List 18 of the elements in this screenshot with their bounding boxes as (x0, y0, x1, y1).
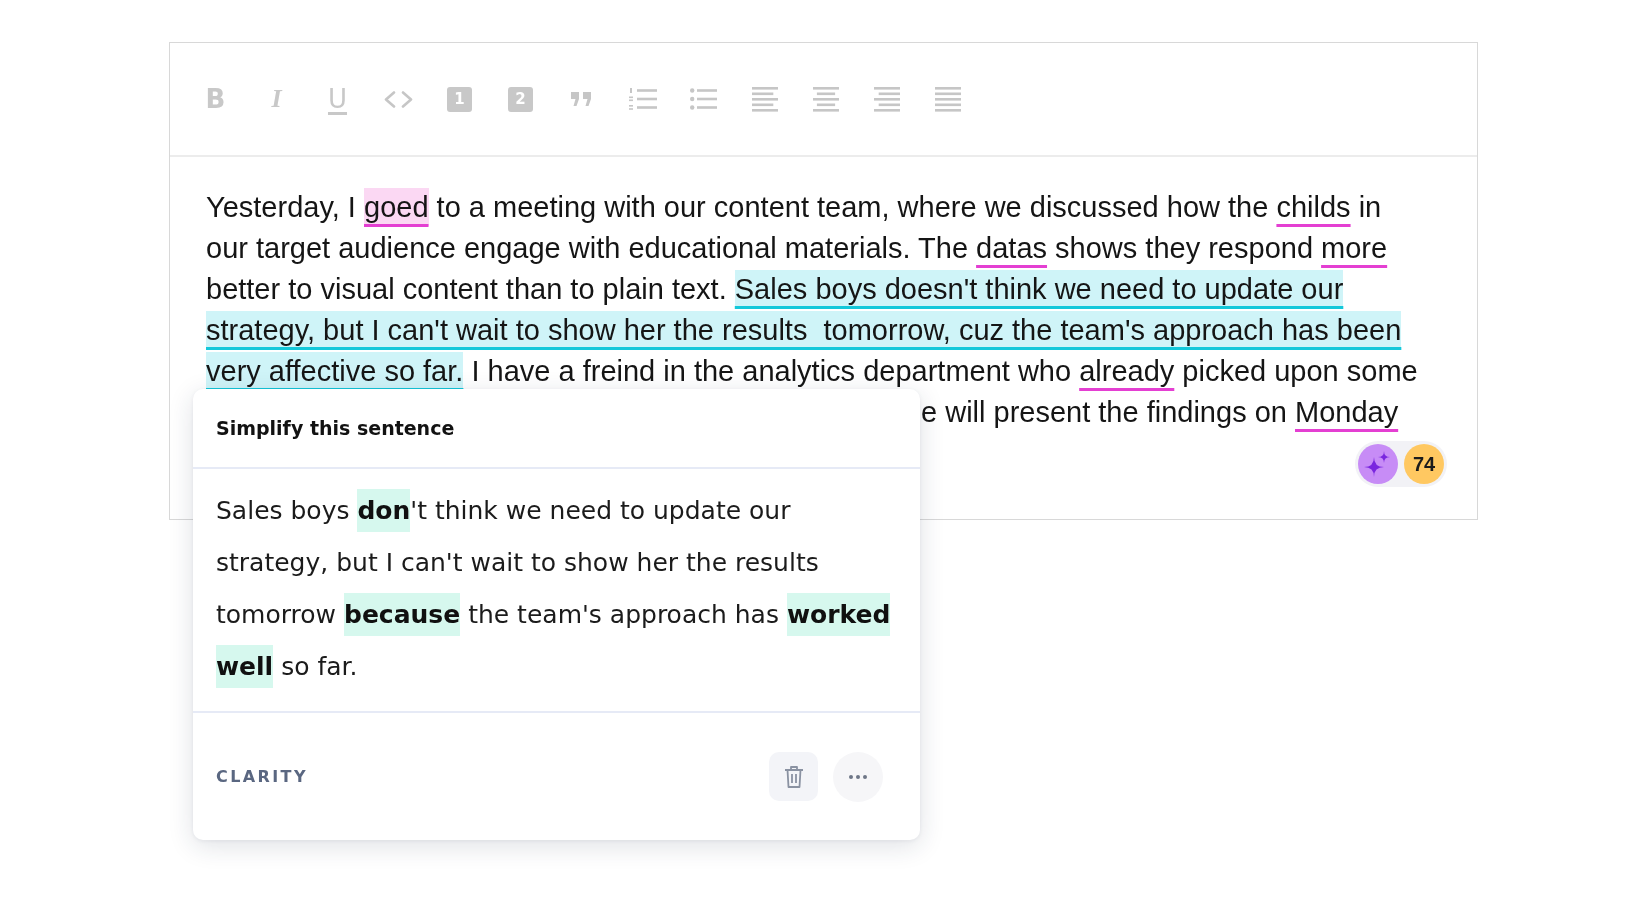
bullet-list-icon[interactable] (690, 88, 717, 110)
align-left-icon[interactable] (751, 86, 778, 112)
suggestion-text[interactable]: Sales boys don't think we need to update our strategy, but I can't wait to show her the results tomorrow because the team's approach has worked well so far. (216, 485, 906, 693)
card-title: Simplify this sentence (216, 417, 455, 439)
category-label: CLARITY (216, 767, 308, 786)
justify-icon[interactable] (934, 86, 961, 112)
trash-icon (783, 765, 804, 788)
delete-button[interactable] (769, 752, 818, 801)
align-center-icon[interactable] (812, 86, 839, 112)
code-icon[interactable] (384, 90, 413, 108)
more-button[interactable] (833, 751, 883, 802)
sparkle-icon[interactable] (1358, 444, 1398, 484)
editor-text[interactable]: e will present the findings on Monday (921, 392, 1399, 433)
numbered-list-icon[interactable] (628, 88, 657, 110)
quote-icon[interactable] (571, 92, 592, 106)
align-right-icon[interactable] (873, 86, 900, 112)
more-icon (849, 774, 867, 779)
score-indicator[interactable]: 74 (1404, 444, 1444, 484)
